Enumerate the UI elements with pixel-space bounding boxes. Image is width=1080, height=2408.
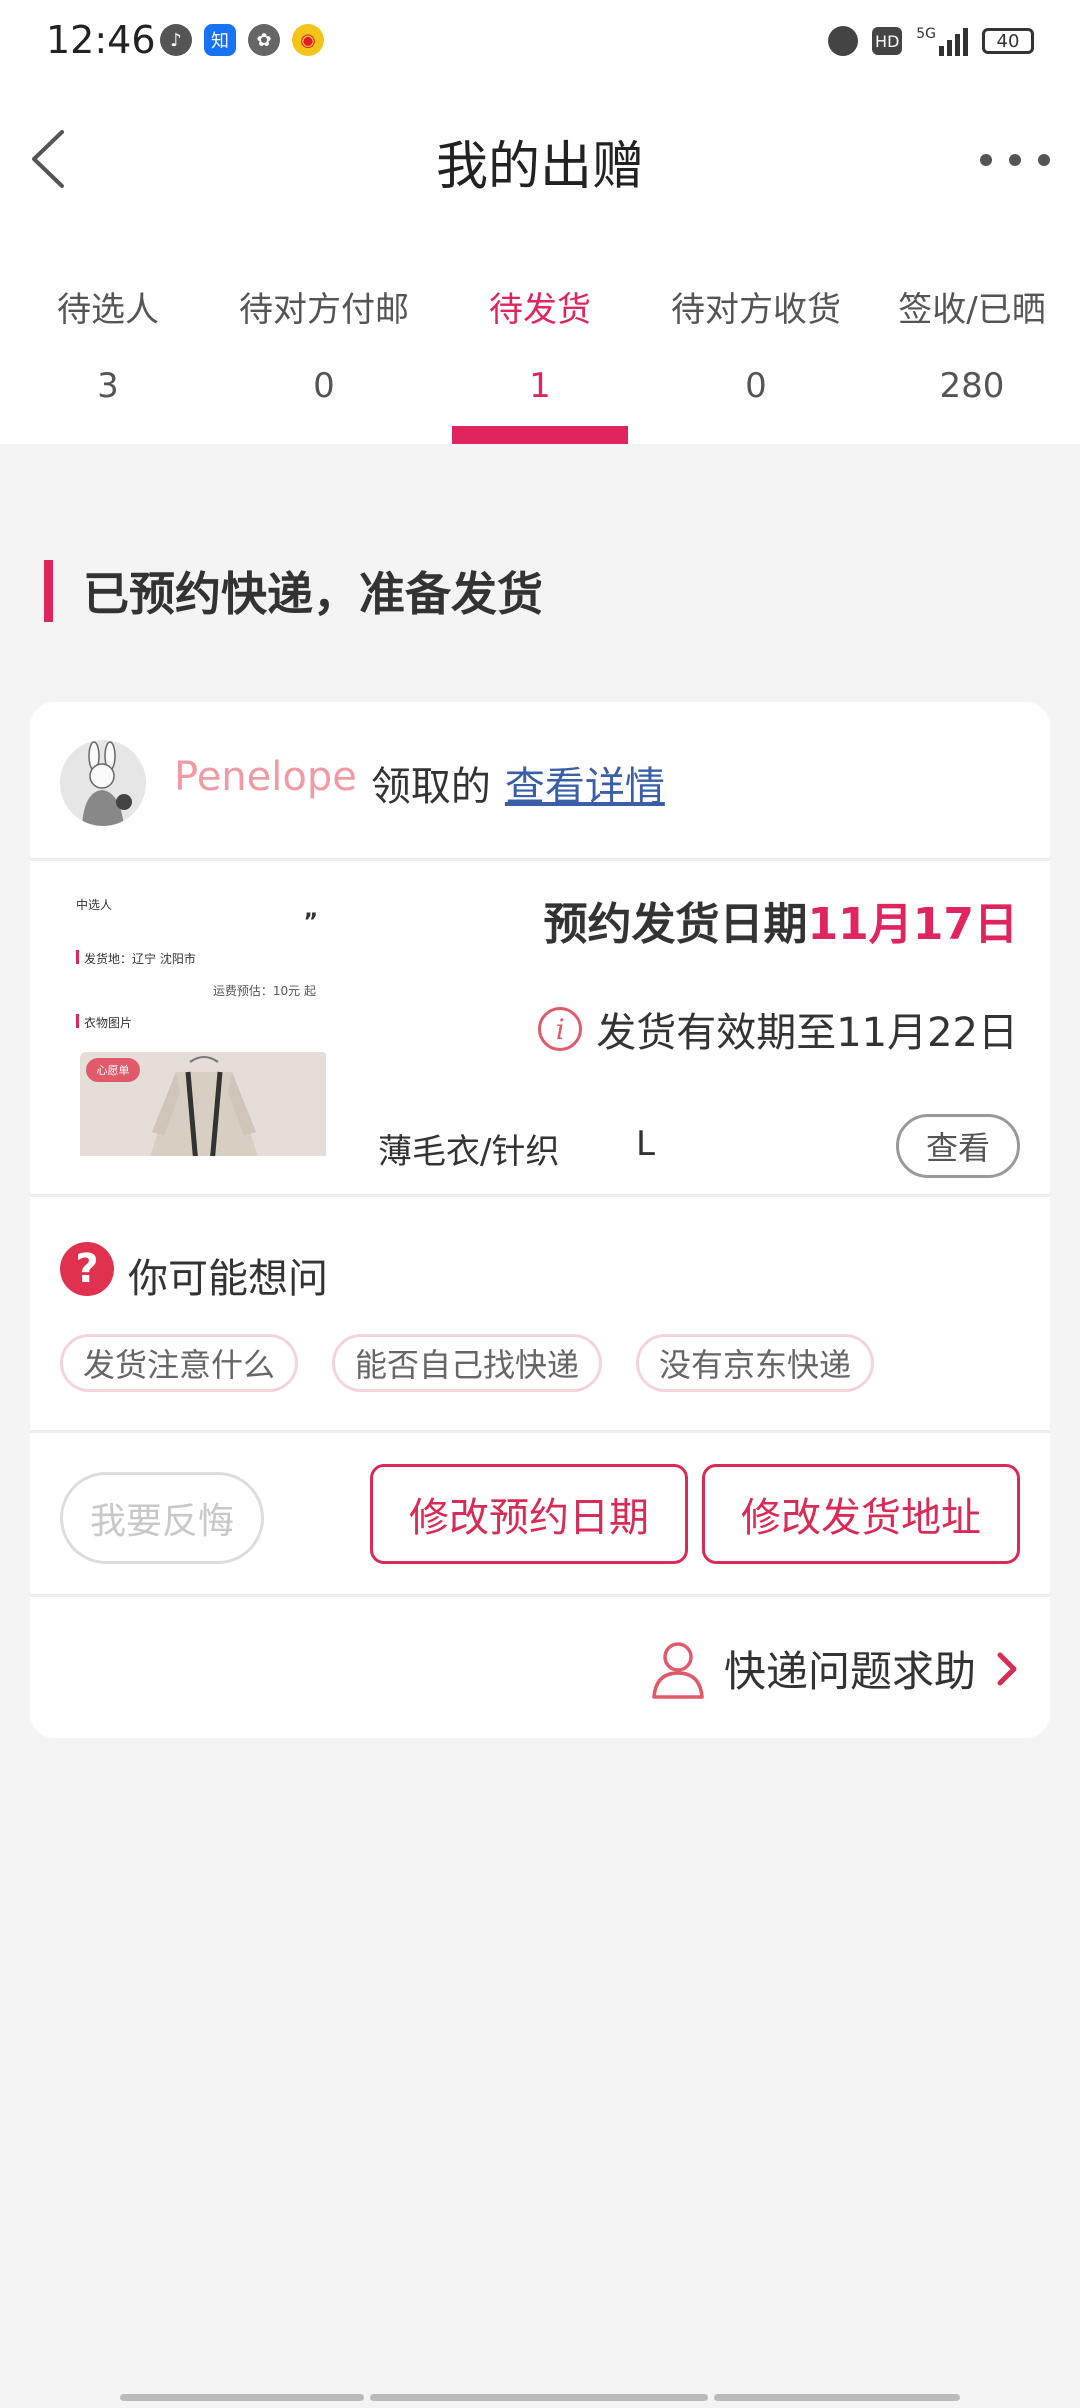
more-button[interactable] [980,140,1050,180]
tab-label: 待发货 [489,290,591,330]
receiver-line: Penelope 领取的 查看详情 [174,754,665,812]
more-dot-icon [980,154,992,166]
thumbnail-accent [76,950,79,964]
thumbnail-text: 发货地：辽宁 沈阳市 [84,952,196,966]
tab-label: 待对方收货 [671,290,841,330]
tab-count: 0 [313,366,335,406]
tab-pending-shipment[interactable]: 待发货 1 [432,234,648,444]
validity-text: 发货有效期至11月22日 [596,1010,1018,1056]
gesture-bar-segment [714,2394,960,2401]
section-title: 已预约快递，准备发货 [83,567,543,621]
faq-chip[interactable]: 没有京东快递 [636,1334,875,1392]
receiver-name[interactable]: Penelope [174,754,357,812]
receiver-avatar[interactable] [60,740,146,826]
section-accent-bar [44,560,53,622]
quote-mark: ” [303,910,318,935]
schedule-label: 预约发货日期 [543,899,808,950]
tab-count: 1 [529,366,551,406]
thumbnail-text: 运费预估：10元 起 [212,984,316,998]
faq-chip[interactable]: 能否自己找快递 [332,1334,603,1392]
more-dot-icon [1038,154,1050,166]
schedule-date: 11月17日 [807,899,1018,950]
status-tabs: 待选人 3 待对方付邮 0 待发货 1 待对方收货 0 签收/已晒 280 [0,234,1080,444]
tab-label: 签收/已晒 [898,290,1046,330]
tab-received[interactable]: 签收/已晒 280 [864,234,1080,444]
view-button[interactable]: 查看 [896,1114,1020,1178]
active-tab-indicator [452,426,628,444]
item-thumbnail[interactable]: 中选人 ” 发货地：辽宁 沈阳市 运费预估：10元 起 衣物图片 心愿单 [70,888,326,1156]
tab-pending-postage[interactable]: 待对方付邮 0 [216,234,432,444]
faq-chips: 发货注意什么 能否自己找快递 没有京东快递 [60,1334,875,1392]
navigation-bar: 我的出赠 [0,84,1080,234]
order-card: Penelope 领取的 查看详情 中选人 ” 发货地：辽宁 沈阳市 运费预估：… [30,702,1050,1738]
fan-icon: ✿ [248,24,280,56]
receiver-verb: 领取的 [370,764,491,810]
wishlist-badge: 心愿单 [86,1058,140,1082]
tab-count: 280 [939,366,1005,406]
tab-pending-selection[interactable]: 待选人 3 [0,234,216,444]
help-label: 快递问题求助 [723,1647,976,1696]
courier-help-link[interactable]: 快递问题求助 [650,1638,1020,1699]
tab-count: 0 [745,366,767,406]
divider [30,1430,1050,1433]
change-date-button[interactable]: 修改预约日期 [370,1464,688,1564]
page-title: 我的出赠 [435,137,644,197]
faq-title: 你可能想问 [128,1256,328,1302]
tab-pending-receipt[interactable]: 待对方收货 0 [648,234,864,444]
zhihu-icon: 知 [204,24,236,56]
divider [30,858,1050,861]
regret-button[interactable]: 我要反悔 [60,1472,264,1564]
alarm-icon [828,26,859,56]
view-details-link[interactable]: 查看详情 [505,754,665,812]
info-icon: i [538,1007,583,1051]
change-address-button[interactable]: 修改发货地址 [702,1464,1020,1564]
music-icon: ♪ [160,24,192,56]
divider [30,1194,1050,1197]
rabbit-avatar-icon [60,740,146,826]
question-icon: ? [60,1242,114,1296]
signal-5g-icon: 5G [916,26,968,56]
hd-icon: HD [872,27,903,55]
item-size: L [636,1124,655,1164]
item-category: 薄毛衣/针织 [378,1132,560,1172]
thumbnail-text: 衣物图片 [84,1016,133,1030]
chevron-right-icon [997,1652,1017,1685]
status-time: 12:46 [46,18,156,62]
tab-label: 待对方付邮 [239,290,409,330]
item-photo: 心愿单 [80,1052,326,1156]
scheduled-ship-date: 预约发货日期11月17日 [544,888,1018,952]
faq-chip[interactable]: 发货注意什么 [60,1334,299,1392]
battery-indicator: 40 [982,28,1034,54]
more-dot-icon [1009,154,1021,166]
person-icon [652,1641,704,1699]
divider [30,1594,1050,1597]
notification-icons: ♪ 知 ✿ ◉ [160,24,324,56]
gesture-bar-segment [120,2394,364,2401]
thumbnail-accent [76,1014,79,1028]
weibo-icon: ◉ [292,24,324,56]
system-icons: HD 5G 40 [828,26,1034,56]
tab-count: 3 [97,366,119,406]
tab-label: 待选人 [57,290,159,330]
validity-line: i 发货有效期至11月22日 [538,1000,1018,1058]
status-bar: 12:46 ♪ 知 ✿ ◉ HD 5G 40 [0,0,1080,84]
thumbnail-text: 中选人 [76,898,113,912]
section-heading: 已预约快递，准备发货 [44,560,543,622]
gesture-bar-segment [370,2394,708,2401]
